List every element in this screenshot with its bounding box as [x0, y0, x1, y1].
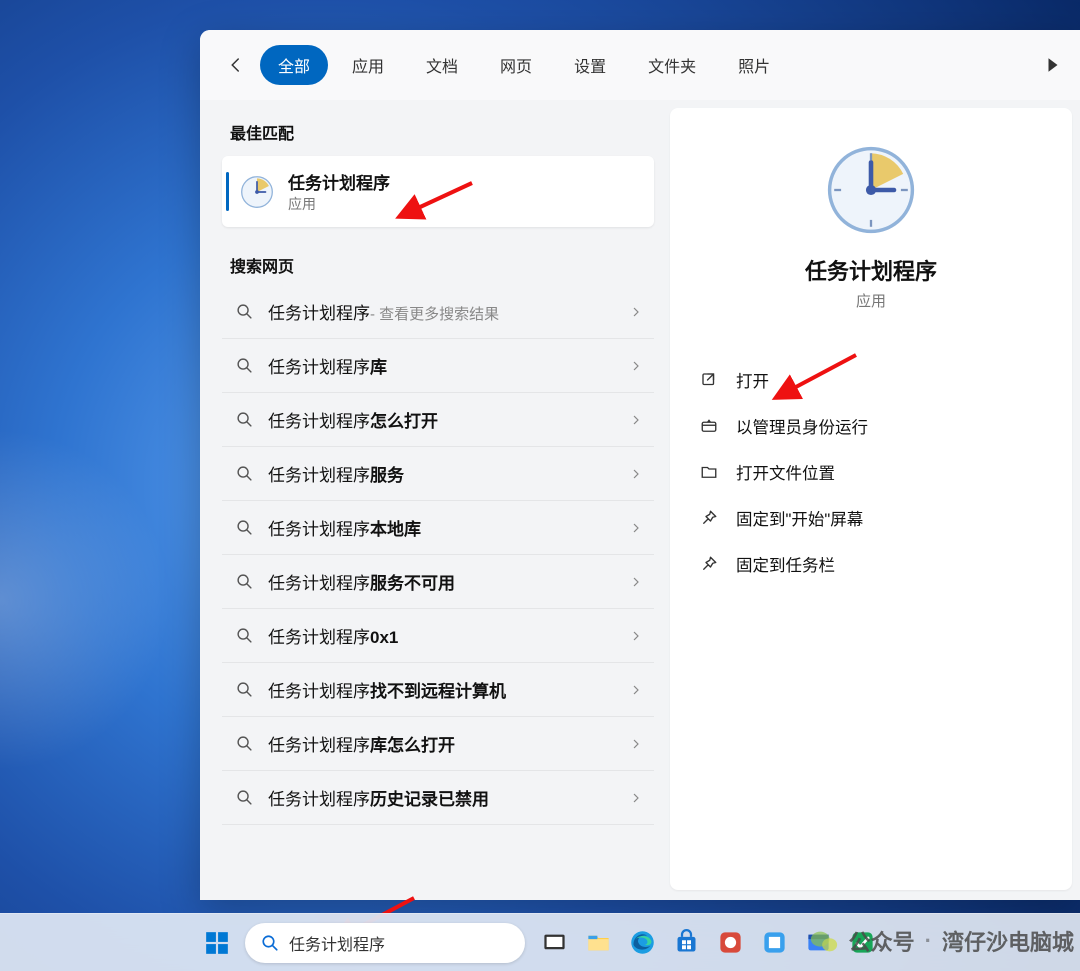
web-result-1[interactable]: 任务计划程序库	[222, 339, 654, 393]
app-button-1[interactable]	[709, 922, 751, 964]
tab-web[interactable]: 网页	[482, 45, 550, 85]
tab-documents[interactable]: 文档	[408, 45, 476, 85]
tab-apps[interactable]: 应用	[334, 45, 402, 85]
edge-button[interactable]	[621, 922, 663, 964]
best-match-result[interactable]: 任务计划程序 应用	[222, 156, 654, 227]
search-icon	[236, 735, 254, 752]
web-result-text: 任务计划程序怎么打开	[268, 407, 616, 432]
action-label: 固定到"开始"屏幕	[736, 506, 863, 530]
task-scheduler-icon-large	[825, 144, 917, 236]
detail-title: 任务计划程序	[694, 254, 1048, 286]
detail-actions: 打开 以管理员身份运行 打开文件位置 固定到"开始"屏幕 固定到任务栏	[694, 357, 1048, 587]
action-label: 打开文件位置	[736, 460, 835, 484]
open-icon	[698, 371, 720, 389]
pin-icon	[698, 555, 720, 573]
taskview-button[interactable]	[533, 922, 575, 964]
search-icon	[236, 357, 254, 374]
web-results-list: 任务计划程序 - 查看更多搜索结果 任务计划程序库 任务计划程序怎么打开 任务计…	[218, 285, 658, 825]
action-label: 以管理员身份运行	[736, 414, 868, 438]
search-icon	[236, 627, 254, 644]
action-open[interactable]: 打开	[694, 357, 1048, 403]
file-explorer-button[interactable]	[577, 922, 619, 964]
more-tabs-button[interactable]	[1044, 56, 1062, 74]
app-button-3[interactable]	[797, 922, 839, 964]
chevron-right-icon	[630, 792, 644, 804]
action-folder[interactable]: 打开文件位置	[694, 449, 1048, 495]
detail-subtitle: 应用	[694, 290, 1048, 311]
web-result-text: 任务计划程序本地库	[268, 515, 616, 540]
web-result-text: 任务计划程序 - 查看更多搜索结果	[268, 299, 616, 324]
task-scheduler-icon	[240, 175, 274, 209]
search-icon	[236, 573, 254, 590]
web-result-2[interactable]: 任务计划程序怎么打开	[222, 393, 654, 447]
taskbar-search-input[interactable]	[289, 934, 509, 952]
action-admin[interactable]: 以管理员身份运行	[694, 403, 1048, 449]
action-label: 打开	[736, 368, 769, 392]
search-icon	[261, 934, 279, 952]
pin-icon	[698, 509, 720, 527]
best-match-title: 任务计划程序	[288, 169, 390, 194]
tab-photos[interactable]: 照片	[720, 45, 788, 85]
web-result-6[interactable]: 任务计划程序 0x1	[222, 609, 654, 663]
search-web-heading: 搜索网页	[218, 247, 658, 285]
web-result-text: 任务计划程序库	[268, 353, 616, 378]
web-result-text: 任务计划程序 0x1	[268, 623, 616, 648]
web-result-3[interactable]: 任务计划程序服务	[222, 447, 654, 501]
web-result-5[interactable]: 任务计划程序服务不可用	[222, 555, 654, 609]
search-panel-header: 全部 应用 文档 网页 设置 文件夹 照片	[200, 30, 1080, 100]
web-result-text: 任务计划程序找不到远程计算机	[268, 677, 616, 702]
best-match-heading: 最佳匹配	[218, 114, 658, 152]
action-label: 固定到任务栏	[736, 552, 835, 576]
action-pin[interactable]: 固定到"开始"屏幕	[694, 495, 1048, 541]
chevron-right-icon	[630, 522, 644, 534]
admin-icon	[698, 417, 720, 435]
chevron-right-icon	[630, 468, 644, 480]
tab-settings[interactable]: 设置	[556, 45, 624, 85]
chevron-right-icon	[630, 414, 644, 426]
chevron-right-icon	[630, 630, 644, 642]
detail-pane: 任务计划程序 应用 打开 以管理员身份运行 打开文件位置 固定到"开始"屏幕 固…	[670, 108, 1072, 890]
web-result-text: 任务计划程序 历史记录已禁用	[268, 785, 616, 810]
chevron-right-icon	[630, 684, 644, 696]
web-result-9[interactable]: 任务计划程序 历史记录已禁用	[222, 771, 654, 825]
web-result-8[interactable]: 任务计划程序库怎么打开	[222, 717, 654, 771]
folder-icon	[698, 463, 720, 481]
tab-folders[interactable]: 文件夹	[630, 45, 714, 85]
search-icon	[236, 519, 254, 536]
action-pin-taskbar[interactable]: 固定到任务栏	[694, 541, 1048, 587]
web-result-text: 任务计划程序服务	[268, 461, 616, 486]
search-icon	[236, 681, 254, 698]
taskbar-search[interactable]	[245, 923, 525, 963]
tab-all[interactable]: 全部	[260, 45, 328, 85]
search-icon	[236, 789, 254, 806]
search-icon	[236, 465, 254, 482]
web-result-text: 任务计划程序库怎么打开	[268, 731, 616, 756]
best-match-subtitle: 应用	[288, 194, 390, 214]
chevron-right-icon	[630, 738, 644, 750]
back-button[interactable]	[218, 47, 254, 83]
web-result-4[interactable]: 任务计划程序本地库	[222, 501, 654, 555]
chevron-right-icon	[630, 306, 644, 318]
app-button-4[interactable]	[841, 922, 883, 964]
search-icon	[236, 411, 254, 428]
chevron-right-icon	[630, 576, 644, 588]
web-result-text: 任务计划程序服务不可用	[268, 569, 616, 594]
web-result-0[interactable]: 任务计划程序 - 查看更多搜索结果	[222, 285, 654, 339]
search-icon	[236, 303, 254, 320]
taskbar	[0, 913, 1080, 971]
app-button-2[interactable]	[753, 922, 795, 964]
chevron-right-icon	[630, 360, 644, 372]
search-panel: 全部 应用 文档 网页 设置 文件夹 照片 最佳匹配	[200, 30, 1080, 900]
store-button[interactable]	[665, 922, 707, 964]
results-column: 最佳匹配 任务计划程序 应用 搜索网页	[218, 100, 658, 890]
start-button[interactable]	[197, 923, 237, 963]
web-result-7[interactable]: 任务计划程序找不到远程计算机	[222, 663, 654, 717]
